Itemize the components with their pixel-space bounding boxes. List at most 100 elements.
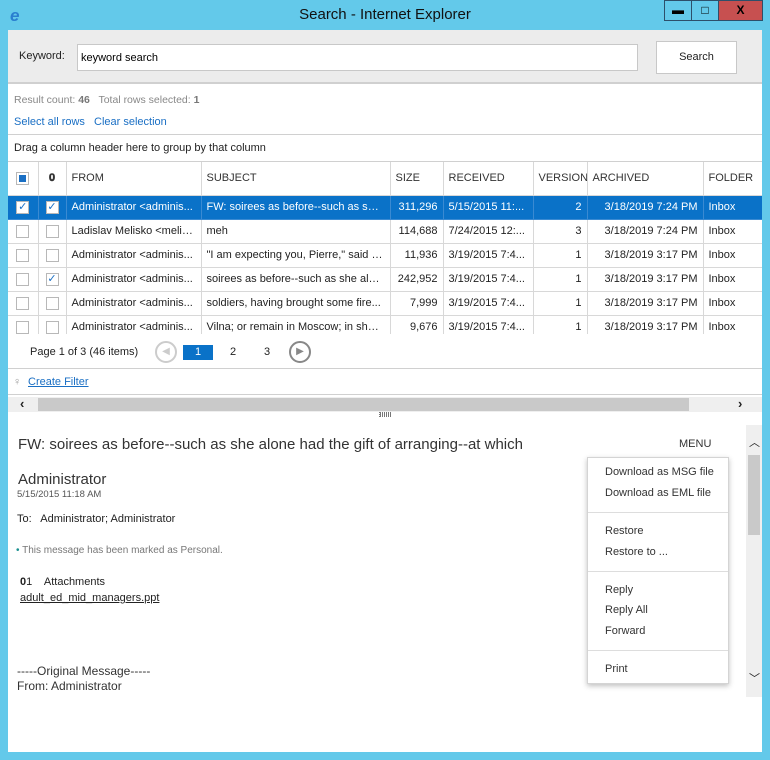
original-message-separator: -----Original Message----- bbox=[17, 664, 151, 678]
cell-received: 3/19/2015 7:4... bbox=[443, 315, 534, 334]
scroll-up-icon[interactable]: ︿ bbox=[749, 434, 760, 450]
select-all-checkbox[interactable] bbox=[8, 162, 39, 196]
row-attachment-checkbox[interactable] bbox=[38, 219, 67, 244]
menu-item-download-msg[interactable]: Download as MSG file bbox=[605, 466, 714, 478]
create-filter-link[interactable]: Create Filter bbox=[28, 376, 89, 388]
menu-item-print[interactable]: Print bbox=[605, 663, 628, 675]
column-header-subject[interactable]: SUBJECT bbox=[201, 162, 391, 196]
cell-folder: Inbox bbox=[703, 291, 762, 316]
row-select-checkbox[interactable] bbox=[8, 291, 39, 316]
next-page-button[interactable]: ▶ bbox=[289, 341, 311, 363]
cell-folder: Inbox bbox=[703, 243, 762, 268]
keyword-label: Keyword: bbox=[19, 50, 65, 62]
original-from-line: From: Administrator bbox=[17, 679, 122, 693]
page-3-button[interactable]: 3 bbox=[252, 345, 282, 360]
attachment-column-header[interactable]: 𝟎 bbox=[38, 162, 67, 196]
preview-subject: FW: soirees as before--such as she alone… bbox=[18, 436, 523, 453]
row-attachment-checkbox[interactable] bbox=[38, 291, 67, 316]
to-label: To: bbox=[17, 513, 32, 525]
menu-item-restore[interactable]: Restore bbox=[605, 525, 644, 537]
column-header-archived[interactable]: ARCHIVED bbox=[587, 162, 704, 196]
personal-notice-text: This message has been marked as Personal… bbox=[22, 545, 223, 556]
cell-size: 11,936 bbox=[390, 243, 444, 268]
page-2-button[interactable]: 2 bbox=[218, 345, 248, 360]
results-grid: 𝟎 FROM SUBJECT SIZE RECEIVED VERSION ARC… bbox=[8, 162, 762, 334]
title-bar: e Search - Internet Explorer ▬ □ X bbox=[0, 0, 770, 31]
maximize-button[interactable]: □ bbox=[691, 0, 719, 21]
column-header-size[interactable]: SIZE bbox=[390, 162, 444, 196]
row-select-checkbox[interactable] bbox=[8, 243, 39, 268]
cell-size: 7,999 bbox=[390, 291, 444, 316]
row-select-checkbox[interactable]: ✓ bbox=[8, 195, 39, 220]
menu-item-forward[interactable]: Forward bbox=[605, 625, 645, 637]
cell-folder: Inbox bbox=[703, 219, 762, 244]
clear-selection-link[interactable]: Clear selection bbox=[94, 116, 167, 128]
filter-pin-icon: ♀ bbox=[13, 376, 22, 388]
divider bbox=[8, 134, 762, 135]
close-button[interactable]: X bbox=[718, 0, 763, 21]
row-attachment-checkbox[interactable]: ✓ bbox=[38, 195, 67, 220]
menu-item-restore-to[interactable]: Restore to ... bbox=[605, 546, 668, 558]
cell-version: 1 bbox=[533, 243, 588, 268]
result-count-label: Result count: bbox=[14, 94, 76, 106]
row-select-checkbox[interactable] bbox=[8, 267, 39, 292]
row-select-checkbox[interactable] bbox=[8, 219, 39, 244]
column-header-received[interactable]: RECEIVED bbox=[443, 162, 534, 196]
table-row[interactable]: Ladislav Melisko <melis... meh 114,688 7/24… bbox=[8, 219, 762, 244]
vertical-scrollbar-thumb[interactable] bbox=[748, 455, 760, 535]
cell-archived: 3/18/2019 7:24 PM bbox=[587, 219, 704, 244]
menu-separator bbox=[588, 512, 728, 513]
cell-version: 1 bbox=[533, 267, 588, 292]
cell-size: 114,688 bbox=[390, 219, 444, 244]
cell-from: Administrator <adminis... bbox=[66, 243, 202, 268]
scroll-down-icon[interactable]: ﹀ bbox=[749, 670, 760, 686]
cell-subject: meh bbox=[201, 219, 391, 244]
page-1-button[interactable]: 1 bbox=[183, 345, 213, 360]
column-header-version[interactable]: VERSION bbox=[533, 162, 588, 196]
result-count: 46 bbox=[78, 94, 90, 106]
paperclip-icon: 𝟎 bbox=[48, 171, 56, 184]
cell-size: 311,296 bbox=[390, 195, 444, 220]
row-attachment-checkbox[interactable] bbox=[38, 315, 67, 334]
menu-button[interactable]: MENU bbox=[679, 438, 711, 450]
cell-folder: Inbox bbox=[703, 315, 762, 334]
keyword-input[interactable] bbox=[77, 44, 638, 71]
menu-item-reply-all[interactable]: Reply All bbox=[605, 604, 648, 616]
previous-page-button[interactable]: ◀ bbox=[155, 341, 177, 363]
cell-version: 3 bbox=[533, 219, 588, 244]
row-attachment-checkbox[interactable]: ✓ bbox=[38, 267, 67, 292]
search-button[interactable]: Search bbox=[656, 41, 737, 74]
column-header-folder[interactable]: FOLDER bbox=[703, 162, 762, 196]
actions-menu: Download as MSG file Download as EML fil… bbox=[587, 457, 729, 684]
table-row[interactable]: ✓ ✓ Administrator <adminis... FW: soirees a… bbox=[8, 195, 762, 220]
cell-from: Administrator <adminis... bbox=[66, 315, 202, 334]
scroll-right-icon[interactable]: › bbox=[738, 396, 742, 411]
table-row[interactable]: ✓ Administrator <adminis... soirees as bef… bbox=[8, 267, 762, 292]
cell-archived: 3/18/2019 3:17 PM bbox=[587, 315, 704, 334]
group-by-hint: Drag a column header here to group by th… bbox=[14, 142, 266, 154]
cell-version: 1 bbox=[533, 315, 588, 334]
preview-recipients: To: Administrator; Administrator bbox=[17, 513, 175, 525]
divider bbox=[8, 368, 762, 369]
personal-notice: • This message has been marked as Person… bbox=[16, 545, 223, 556]
attachment-link[interactable]: adult_ed_mid_managers.ppt bbox=[20, 592, 159, 604]
divider bbox=[8, 394, 762, 395]
select-all-rows-link[interactable]: Select all rows bbox=[14, 116, 85, 128]
row-attachment-checkbox[interactable] bbox=[38, 243, 67, 268]
column-header-from[interactable]: FROM bbox=[66, 162, 202, 196]
row-select-checkbox[interactable] bbox=[8, 315, 39, 334]
menu-item-download-eml[interactable]: Download as EML file bbox=[605, 487, 711, 499]
splitter-grip-icon[interactable] bbox=[379, 412, 391, 417]
table-row[interactable]: Administrator <adminis... Vilna; or remai… bbox=[8, 315, 762, 334]
cell-folder: Inbox bbox=[703, 195, 762, 220]
cell-received: 3/19/2015 7:4... bbox=[443, 267, 534, 292]
horizontal-scrollbar-thumb[interactable] bbox=[38, 398, 689, 411]
to-value: Administrator; Administrator bbox=[40, 513, 176, 525]
table-row[interactable]: Administrator <adminis... soldiers, havin… bbox=[8, 291, 762, 316]
menu-item-reply[interactable]: Reply bbox=[605, 584, 633, 596]
cell-from: Administrator <adminis... bbox=[66, 291, 202, 316]
selected-label: Total rows selected: bbox=[98, 94, 191, 106]
scroll-left-icon[interactable]: ‹ bbox=[20, 396, 24, 411]
table-row[interactable]: Administrator <adminis... "I am expecting… bbox=[8, 243, 762, 268]
minimize-button[interactable]: ▬ bbox=[664, 0, 692, 21]
